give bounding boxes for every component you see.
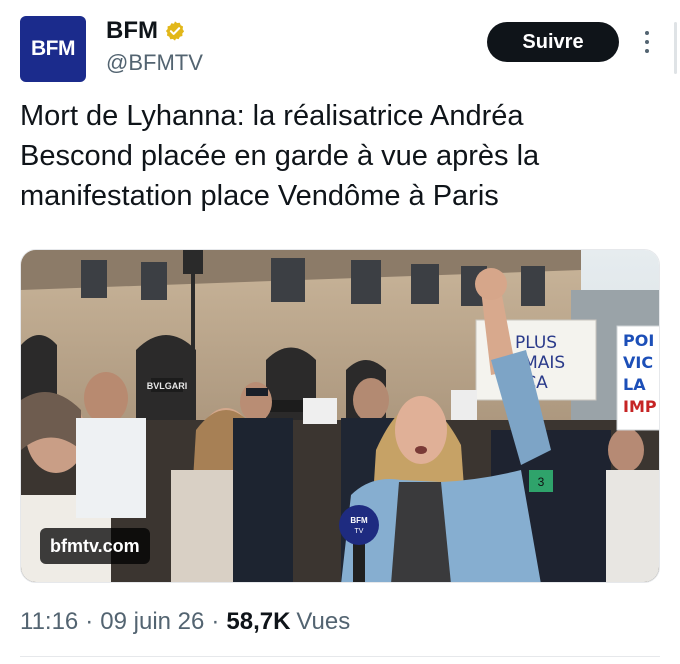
display-name[interactable]: BFM xyxy=(106,17,158,45)
more-dot xyxy=(645,49,649,53)
avatar[interactable]: BFM xyxy=(20,16,86,82)
follow-button[interactable]: Suivre xyxy=(487,22,619,62)
svg-text:BFM: BFM xyxy=(350,516,368,525)
svg-text:VIC: VIC xyxy=(623,353,653,372)
svg-text:POI: POI xyxy=(623,331,654,350)
more-dot xyxy=(645,31,649,35)
handle[interactable]: @BFMTV xyxy=(106,50,203,76)
more-dot xyxy=(645,40,649,44)
tweet-text: Mort de Lyhanna: la réalisatrice Andréa … xyxy=(20,100,540,212)
verified-badge-icon[interactable] xyxy=(164,20,186,42)
meta-separator: · xyxy=(85,608,94,635)
name-row: BFM xyxy=(106,16,203,46)
views-count: 58,7K xyxy=(226,608,291,635)
scrollbar[interactable] xyxy=(674,22,677,74)
svg-text:IMP: IMP xyxy=(623,397,657,416)
shop-sign: BVLGARI xyxy=(147,381,188,391)
author-block: BFM @BFMTV xyxy=(106,16,203,76)
more-vertical-icon[interactable] xyxy=(638,28,656,56)
watermark-link[interactable]: bfmtv.com xyxy=(40,528,150,564)
avatar-logo-text: BFM xyxy=(31,37,76,60)
svg-text:PLUS: PLUS xyxy=(515,333,557,353)
tweet-time[interactable]: 11:16 xyxy=(20,608,78,636)
meta-separator: · xyxy=(211,608,220,635)
views-label: Vues xyxy=(296,608,351,635)
svg-text:TV: TV xyxy=(355,528,364,535)
armband-number: 3 xyxy=(538,475,545,489)
svg-text:LA: LA xyxy=(623,375,646,394)
divider xyxy=(20,656,660,657)
tweet-date[interactable]: 09 juin 26 xyxy=(100,608,204,636)
tweet-meta: 11:16 · 09 juin 26 · 58,7K Vues xyxy=(20,608,350,636)
